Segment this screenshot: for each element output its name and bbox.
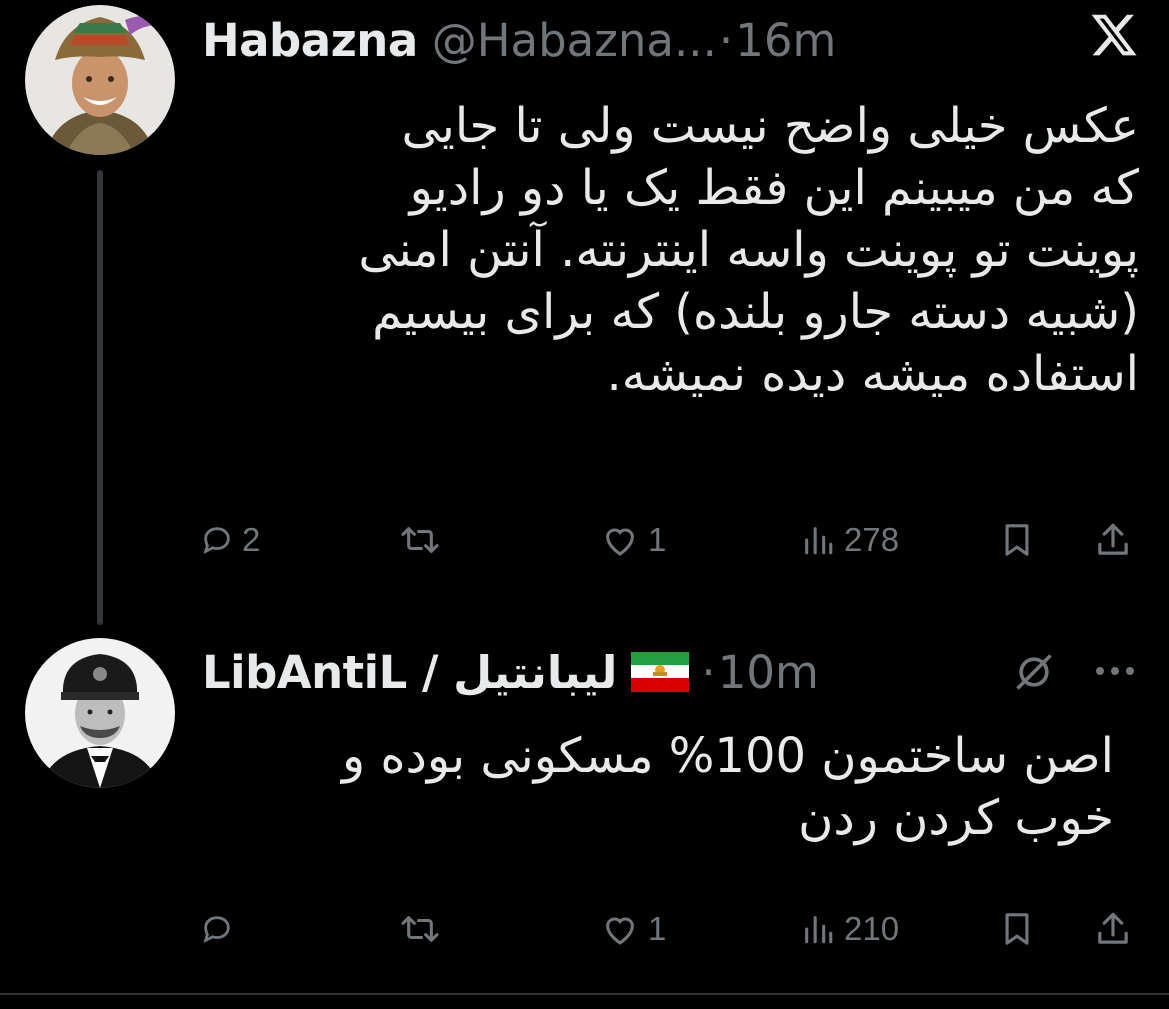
bookmark-icon [1005, 524, 1029, 556]
timestamp[interactable]: 10m [718, 646, 819, 699]
heart-icon [606, 528, 634, 556]
x-logo-icon[interactable] [1089, 10, 1139, 64]
like-count: 1 [648, 521, 667, 558]
views-button[interactable]: 278 [800, 515, 899, 565]
reply-count: 2 [242, 521, 261, 558]
share-icon [1098, 523, 1128, 555]
author-name[interactable]: LibAntiL / لیبانتیل [202, 646, 618, 699]
tweet-actions: 1 210 [200, 904, 1140, 954]
tweet-header: LibAntiL / لیبانتیل · 10m [202, 632, 819, 712]
tweet-1[interactable]: Habazna @Habazna... · 16m عکس خیلی واضح … [0, 0, 1169, 625]
iran-flag-icon [631, 652, 690, 692]
tweet-actions: 2 1 278 [200, 515, 1140, 565]
timestamp[interactable]: 16m [735, 14, 836, 67]
share-button[interactable] [1095, 515, 1131, 565]
retweet-icon [401, 916, 439, 942]
thread-line [97, 170, 103, 625]
more-icon[interactable] [1092, 656, 1138, 690]
separator-dot: · [701, 645, 716, 699]
reply-icon [203, 916, 230, 944]
tweet-header: Habazna @Habazna... · 16m [202, 0, 836, 80]
like-button[interactable]: 1 [600, 904, 666, 954]
reply-icon [203, 527, 230, 555]
views-icon [805, 527, 833, 555]
tweet-2[interactable]: LibAntiL / لیبانتیل · 10m اصن ساختمون 10… [0, 630, 1169, 1000]
author-handle[interactable]: @Habazna... [432, 14, 717, 67]
bookmark-button[interactable] [1000, 904, 1034, 954]
separator-dot: · [718, 13, 734, 67]
retweet-icon [401, 527, 439, 553]
like-button[interactable]: 1 [600, 515, 666, 565]
share-icon [1098, 912, 1128, 944]
bottom-divider [0, 993, 1169, 995]
heart-icon [606, 917, 634, 945]
bookmark-button[interactable] [1000, 515, 1034, 565]
reply-button[interactable] [200, 904, 242, 954]
views-count: 278 [844, 521, 900, 558]
reply-button[interactable]: 2 [200, 515, 260, 565]
share-button[interactable] [1095, 904, 1131, 954]
tweet-text: اصن ساختمون 100% مسکونی بوده و خوب کردن … [341, 728, 1114, 846]
tweet-text: عکس خیلی واضح نیست ولی تا جایی که من میب… [358, 98, 1139, 402]
views-icon [805, 916, 833, 944]
views-button[interactable]: 210 [800, 904, 899, 954]
author-name[interactable]: Habazna [202, 14, 418, 67]
like-count: 1 [648, 910, 667, 947]
bookmark-icon [1005, 913, 1029, 945]
retweet-button[interactable] [400, 515, 448, 565]
avatar[interactable] [25, 638, 175, 788]
avatar[interactable] [25, 5, 175, 155]
retweet-button[interactable] [400, 904, 448, 954]
grok-icon[interactable] [1012, 650, 1056, 698]
views-count: 210 [844, 910, 900, 947]
